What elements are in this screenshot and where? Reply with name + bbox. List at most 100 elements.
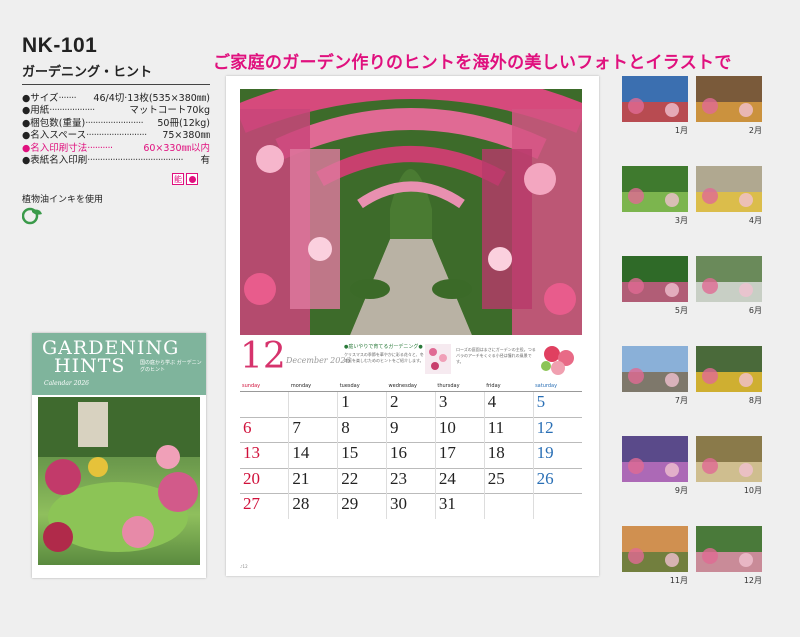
month-thumbnail[interactable]: [696, 346, 762, 392]
weekday-label: monday: [288, 381, 338, 392]
day-number: 20: [243, 468, 260, 488]
page-number: ♪12: [240, 564, 248, 569]
calendar-day: 30: [386, 493, 436, 519]
calendar-day: 5: [532, 391, 582, 418]
day-number: 7: [292, 417, 301, 437]
day-number: 11: [487, 417, 505, 437]
dot-badge: [186, 173, 198, 185]
month-label: 11月: [669, 576, 688, 585]
day-number: 13: [243, 443, 260, 463]
calendar-week: 6 7 8 9 10 11 12: [240, 416, 582, 443]
day-number: 6: [243, 417, 252, 437]
day-number: 28: [292, 494, 310, 514]
spec-row: ●梱包数(重量) ······················· 50冊(12kg): [22, 117, 210, 129]
weekday-label: saturday: [533, 381, 582, 392]
flower-illustration: [425, 344, 451, 374]
month-thumbnail[interactable]: [696, 436, 762, 482]
tip-text-2: ローズの庭園はまさにガーデンの主役。つるバラのアーチをくぐる小径は憧れの風景です…: [456, 347, 536, 364]
calendar-day: 20: [240, 467, 289, 494]
day-number: 1: [341, 392, 350, 411]
month-thumbnail[interactable]: [696, 256, 762, 302]
spec-row-highlight: ●名入印刷寸法 ·········· 60×330㎜以内: [22, 142, 210, 154]
cover-thumbnail[interactable]: GARDENING HINTS 国の庭から学ぶ ガーデニングのヒント Calen…: [32, 333, 206, 578]
month-label: 12月: [743, 576, 762, 585]
day-number: 24: [438, 468, 456, 488]
calendar-day: 4: [483, 391, 534, 418]
day-number: 30: [390, 494, 408, 514]
cover-subtitle: Calendar 2026: [44, 380, 89, 387]
calendar-empty-cell: [483, 493, 534, 519]
divider: [22, 84, 210, 85]
calendar-day: 3: [434, 391, 485, 418]
calendar-day: 9: [386, 416, 436, 443]
month-label: 10月: [743, 486, 762, 495]
month-thumbnail[interactable]: [622, 76, 688, 122]
circle-icon: [188, 175, 196, 183]
calendar-week: 20 21 22 23 24 25 26: [240, 467, 582, 494]
cover-header: GARDENING HINTS 国の庭から学ぶ ガーデニングのヒント Calen…: [32, 333, 206, 395]
calendar-day: 31: [434, 493, 485, 519]
rose-arch-photo: [240, 89, 582, 335]
day-number: 8: [341, 417, 350, 437]
month-thumbnail[interactable]: [622, 346, 688, 392]
day-number: 26: [536, 468, 554, 488]
calendar-day: 19: [532, 442, 582, 469]
month-thumbnail[interactable]: [622, 526, 688, 572]
weekday-label: thursday: [435, 381, 485, 392]
day-number: 17: [438, 443, 456, 463]
calendar-week: 1 2 3 4 5: [240, 391, 582, 418]
calendar-day: 23: [386, 467, 436, 494]
calendar-day: 7: [288, 416, 338, 443]
spec-row: ●用紙 ·················· マットコート70kg: [22, 105, 210, 117]
spec-list: ●サイズ ······· 46/4切·13枚(535×380㎜) ●用紙 ······…: [22, 93, 210, 167]
month-label: 1月: [674, 126, 688, 135]
ink-note: 植物油インキを使用: [22, 195, 104, 205]
calendar-day: 8: [337, 416, 387, 443]
month-thumbnail[interactable]: [696, 76, 762, 122]
calendar-day: 21: [288, 467, 338, 494]
calendar-day: 14: [288, 442, 338, 469]
calendar-day: 16: [386, 442, 436, 469]
day-number: 16: [390, 443, 408, 463]
day-number: 21: [292, 468, 310, 488]
spec-row: ●表紙名入印刷 ·································…: [22, 155, 210, 167]
tip-title: ●庭いやりで育てるガーデニング●: [344, 344, 423, 350]
month-number: 12: [240, 336, 286, 377]
product-name: ガーデニング・ヒント: [22, 65, 153, 80]
month-label: 9月: [674, 486, 688, 495]
day-number: 22: [341, 468, 359, 488]
day-number: 10: [438, 417, 456, 437]
calendar-page[interactable]: 12 December 2026 ●庭いやりで育てるガーデニング● クリスマスの…: [226, 76, 599, 576]
calendar-day: 29: [337, 493, 387, 519]
spec-row: ●名入スペース ························ 75×380㎜: [22, 130, 210, 142]
capability-badge: 能: [172, 173, 184, 185]
day-number: 2: [390, 392, 399, 411]
calendar-day: 15: [337, 442, 387, 469]
month-label: 5月: [674, 306, 688, 315]
cover-note: 国の庭から学ぶ ガーデニングのヒント: [140, 360, 202, 373]
calendar-empty-cell: [240, 391, 289, 418]
headline: ご家庭のガーデン作りのヒントを海外の美しいフォトとイラストで: [213, 53, 732, 73]
weekday-header: sunday monday tuesday wednesday thursday…: [240, 381, 582, 392]
weekday-label: sunday: [240, 381, 289, 392]
calendar-day: 24: [434, 467, 485, 494]
day-number: 31: [438, 494, 456, 514]
calendar-day: 25: [483, 467, 534, 494]
calendar-week: 13 14 15 16 17 18 19: [240, 442, 582, 469]
calendar-day: 17: [434, 442, 485, 469]
month-thumbnail[interactable]: [622, 166, 688, 212]
vegetable-oil-ink-logo: [21, 206, 44, 226]
day-number: 3: [438, 392, 448, 411]
header-fineprint: [240, 82, 582, 88]
month-label: 8月: [748, 396, 762, 405]
month-thumbnail[interactable]: [696, 166, 762, 212]
month-thumbnail[interactable]: [696, 526, 762, 572]
day-number: 29: [341, 494, 359, 514]
month-thumbnail[interactable]: [622, 436, 688, 482]
month-thumbnail[interactable]: [622, 256, 688, 302]
calendar-day: 22: [337, 467, 387, 494]
calendar-day: 26: [532, 467, 582, 494]
day-number: 25: [487, 468, 505, 488]
calendar-day: 18: [483, 442, 534, 469]
calendar-week: 27 28 29 30 31: [240, 493, 582, 519]
